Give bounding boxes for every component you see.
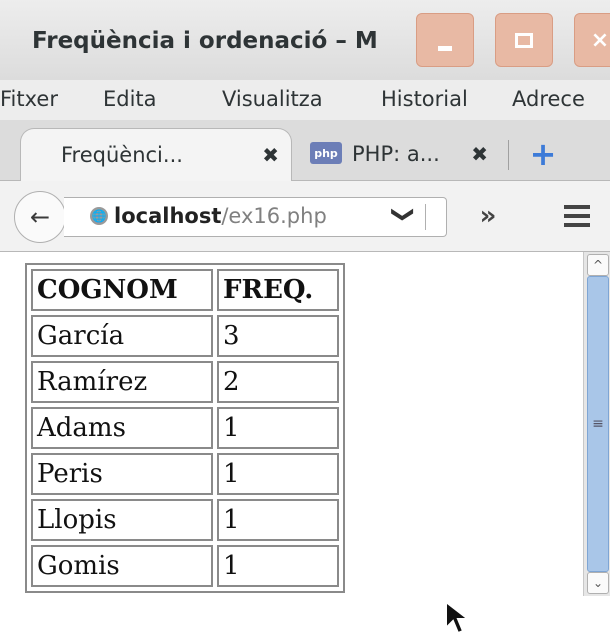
- table-row: Peris 1: [31, 453, 339, 495]
- mouse-pointer-icon: [445, 600, 471, 635]
- cell-cognom: Adams: [31, 407, 213, 449]
- cell-freq: 1: [217, 453, 339, 495]
- close-tab-icon[interactable]: ✖: [262, 143, 279, 167]
- overflow-chevron-button[interactable]: »: [470, 198, 506, 234]
- header-freq: FREQ.: [217, 269, 339, 311]
- url-text: localhost/ex16.php: [114, 204, 327, 228]
- cell-cognom: Peris: [31, 453, 213, 495]
- menu-bar: Fitxer Edita Visualitza Historial Adrece: [0, 80, 610, 120]
- url-host: localhost: [114, 204, 222, 228]
- close-window-button[interactable]: ×: [574, 13, 610, 67]
- cell-freq: 3: [217, 315, 339, 357]
- window-title: Freqüència i ordenació – M: [32, 28, 378, 54]
- tab-separator: [508, 140, 509, 170]
- close-icon: ×: [590, 27, 610, 53]
- scroll-up-button[interactable]: ^: [587, 254, 609, 276]
- menu-item-visualitza[interactable]: Visualitza: [222, 87, 323, 111]
- page-content: COGNOM FREQ. García 3 Ramírez 2 Adams 1 …: [0, 252, 583, 635]
- maximize-button[interactable]: [495, 13, 553, 67]
- table-row: Llopis 1: [31, 499, 339, 541]
- maximize-icon: [515, 32, 533, 48]
- menu-item-adreces[interactable]: Adrece: [512, 87, 585, 111]
- cell-freq: 1: [217, 499, 339, 541]
- back-button[interactable]: ←: [14, 191, 66, 243]
- tab-php[interactable]: php PHP: a... ✖: [300, 128, 500, 180]
- close-tab-icon[interactable]: ✖: [471, 142, 488, 166]
- navigation-bar: ← 🌐 localhost/ex16.php ❯ »: [0, 181, 610, 252]
- hamburger-icon: [564, 205, 590, 209]
- frequency-table: COGNOM FREQ. García 3 Ramírez 2 Adams 1 …: [25, 263, 345, 593]
- tab-bar: Freqüènci... ✖ php PHP: a... ✖ +: [0, 120, 610, 181]
- table-row: García 3: [31, 315, 339, 357]
- window-titlebar: Freqüència i ordenació – M ×: [0, 0, 610, 81]
- tab-label: PHP: a...: [352, 142, 440, 166]
- cell-freq: 1: [217, 545, 339, 587]
- globe-icon: 🌐: [90, 207, 108, 225]
- url-separator: [425, 204, 426, 230]
- menu-item-historial[interactable]: Historial: [381, 87, 468, 111]
- url-dropdown-icon[interactable]: ❯: [391, 205, 416, 223]
- table-row: Adams 1: [31, 407, 339, 449]
- vertical-scrollbar[interactable]: ^ ≡ ⌄: [583, 252, 610, 596]
- back-arrow-icon: ←: [29, 203, 51, 231]
- table-row: Ramírez 2: [31, 361, 339, 403]
- cell-freq: 2: [217, 361, 339, 403]
- tab-label: Freqüènci...: [61, 143, 183, 167]
- url-bar[interactable]: 🌐 localhost/ex16.php ❯: [64, 197, 447, 237]
- url-path: /ex16.php: [221, 204, 327, 228]
- cell-cognom: Llopis: [31, 499, 213, 541]
- header-cognom: COGNOM: [31, 269, 213, 311]
- cell-cognom: García: [31, 315, 213, 357]
- cell-cognom: Gomis: [31, 545, 213, 587]
- cell-cognom: Ramírez: [31, 361, 213, 403]
- hamburger-menu-button[interactable]: [560, 198, 600, 234]
- php-icon: php: [310, 142, 342, 164]
- tab-frequencia[interactable]: Freqüènci... ✖: [20, 128, 292, 181]
- new-tab-button[interactable]: +: [518, 130, 568, 178]
- scroll-thumb[interactable]: ≡: [587, 276, 609, 572]
- scroll-down-button[interactable]: ⌄: [587, 572, 609, 594]
- menu-item-fitxer[interactable]: Fitxer: [0, 87, 58, 111]
- minimize-button[interactable]: [416, 13, 474, 67]
- cell-freq: 1: [217, 407, 339, 449]
- menu-item-edita[interactable]: Edita: [103, 87, 157, 111]
- minimize-icon: [438, 45, 452, 51]
- table-header-row: COGNOM FREQ.: [31, 269, 339, 311]
- table-row: Gomis 1: [31, 545, 339, 587]
